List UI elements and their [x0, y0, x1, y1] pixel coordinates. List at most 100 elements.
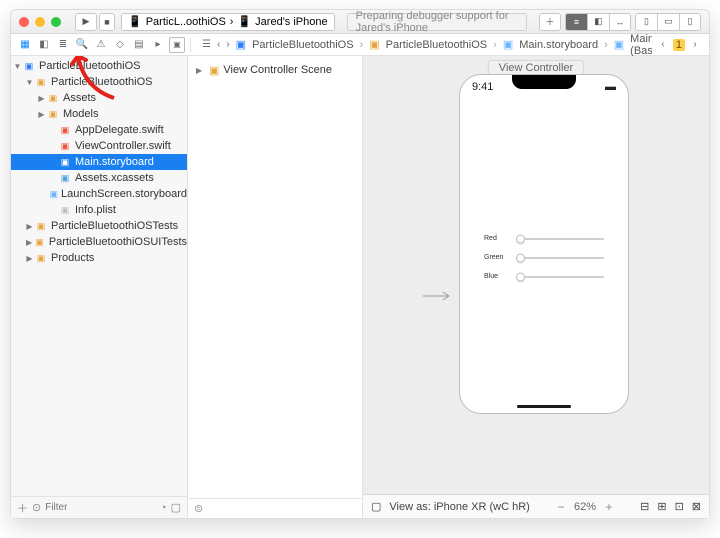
debug-navigator-icon[interactable]: ▤	[131, 37, 147, 53]
zoom-in-button[interactable]: +	[602, 500, 616, 514]
status-text: Preparing debugger support for Jared's i…	[356, 10, 518, 34]
traffic-lights	[19, 17, 61, 27]
version-editor-button[interactable]: ↔	[609, 13, 631, 31]
symbol-navigator-icon[interactable]: ≣	[55, 37, 71, 53]
outline-tree[interactable]: ▶ ▣ View Controller Scene	[188, 56, 362, 498]
find-navigator-icon[interactable]: 🔍	[74, 37, 90, 53]
group-tests[interactable]: ▶▣ ParticleBluetoothiOSTests	[11, 218, 187, 234]
storyboard-icon: ▣	[614, 38, 624, 51]
jump-item-0[interactable]: ParticleBluetoothiOS	[252, 39, 354, 51]
history-back-icon[interactable]: ‹	[655, 37, 671, 53]
outline-filter-bar: ⊜	[188, 498, 362, 518]
status-bar: 9:41 ▬	[460, 81, 628, 93]
close-window-button[interactable]	[19, 17, 29, 27]
canvas-body[interactable]: View Controller 9:41 ▬ Red	[363, 56, 709, 494]
file-appdelegate[interactable]: ▣ AppDelegate.swift	[11, 122, 187, 138]
related-items-icon[interactable]: ☰	[202, 37, 211, 53]
slider-red[interactable]: Red	[484, 235, 604, 242]
jump-item-2[interactable]: Main.storyboard	[519, 39, 598, 51]
device-icon: 📱	[237, 15, 251, 28]
filter-icon[interactable]: ⊙	[32, 501, 41, 514]
row-label: Assets	[63, 92, 96, 104]
slider-knob[interactable]	[516, 253, 525, 262]
xcode-window: ▶ ■ 📱 ParticL..oothiOS › 📱 Jared's iPhon…	[10, 9, 710, 519]
file-viewcontroller[interactable]: ▣ ViewController.swift	[11, 138, 187, 154]
home-indicator-icon	[517, 405, 571, 408]
run-destination: Jared's iPhone	[255, 16, 327, 28]
forward-button[interactable]: ›	[226, 37, 229, 53]
constraints-pin-icon[interactable]: ⊡	[675, 500, 684, 513]
slider-stack: Red Green Blue	[484, 235, 604, 280]
back-button[interactable]: ‹	[217, 37, 220, 53]
recent-filter-icon[interactable]: ◔	[160, 502, 167, 514]
report-navigator-icon[interactable]: ▣	[169, 37, 185, 53]
slider-track[interactable]	[518, 238, 604, 240]
jump-item-1[interactable]: ParticleBluetoothiOS	[386, 39, 488, 51]
row-label: AppDelegate.swift	[75, 124, 164, 136]
filter-input[interactable]	[45, 502, 105, 513]
panel-toggle-segmented[interactable]: ▯ ▭ ▯	[635, 13, 701, 31]
group-products[interactable]: ▶▣ Products	[11, 250, 187, 266]
filter-icon[interactable]: ⊜	[194, 502, 203, 515]
minimize-window-button[interactable]	[35, 17, 45, 27]
stop-button[interactable]: ■	[99, 13, 115, 31]
slider-green[interactable]: Green	[484, 254, 604, 261]
scm-filter-icon[interactable]: ▢	[171, 501, 181, 514]
zoom-out-button[interactable]: −	[554, 500, 568, 514]
entry-point-arrow-icon	[423, 288, 455, 304]
slider-blue[interactable]: Blue	[484, 273, 604, 280]
file-main-storyboard[interactable]: ▣ Main.storyboard	[11, 154, 187, 170]
constraints-embed-icon[interactable]: ⊠	[692, 500, 701, 513]
project-root[interactable]: ▼▣ ParticleBluetoothiOS	[11, 58, 187, 74]
slider-knob[interactable]	[516, 272, 525, 281]
activity-status-bar: Preparing debugger support for Jared's i…	[347, 13, 527, 31]
jump-item-3[interactable]: Main.storyboard (Base)	[630, 33, 652, 57]
library-button[interactable]: ＋	[539, 13, 561, 31]
toggle-inspector-button[interactable]: ▯	[679, 13, 701, 31]
slider-track[interactable]	[518, 257, 604, 259]
slider-track[interactable]	[518, 276, 604, 278]
standard-editor-button[interactable]: ≡	[565, 13, 587, 31]
file-tree[interactable]: ▼▣ ParticleBluetoothiOS ▼▣ ParticleBluet…	[11, 56, 187, 496]
outline-scene-row[interactable]: ▶ ▣ View Controller Scene	[192, 62, 358, 78]
row-label: ParticleBluetoothiOSUITests	[49, 236, 187, 248]
toggle-debug-button[interactable]: ▭	[657, 13, 679, 31]
group-uitests[interactable]: ▶▣ ParticleBluetoothiOSUITests	[11, 234, 187, 250]
test-navigator-icon[interactable]: ◇	[112, 37, 128, 53]
project-navigator: ▼▣ ParticleBluetoothiOS ▼▣ ParticleBluet…	[11, 56, 188, 518]
group-assets[interactable]: ▶▣ Assets	[11, 90, 187, 106]
toggle-navigator-button[interactable]: ▯	[635, 13, 657, 31]
constraints-align-icon[interactable]: ⊞	[657, 500, 666, 513]
source-control-navigator-icon[interactable]: ◧	[36, 37, 52, 53]
jump-bar[interactable]: ☰ ‹ › ▣ ParticleBluetoothiOS › ▣ Particl…	[196, 33, 652, 57]
group-app[interactable]: ▼▣ ParticleBluetoothiOS	[11, 74, 187, 90]
editor-mode-segmented[interactable]: ≡ ◧ ↔	[565, 13, 631, 31]
titlebar: ▶ ■ 📱 ParticL..oothiOS › 📱 Jared's iPhon…	[11, 10, 709, 34]
issue-navigator-icon[interactable]: ⚠	[93, 37, 109, 53]
history-forward-icon[interactable]: ›	[687, 37, 703, 53]
project-navigator-icon[interactable]: ▦	[17, 37, 33, 53]
group-models[interactable]: ▶▣ Models	[11, 106, 187, 122]
zoom-window-button[interactable]	[51, 17, 61, 27]
row-label: ParticleBluetoothiOS	[51, 76, 153, 88]
zoom-level[interactable]: 62%	[574, 501, 596, 513]
device-config-icon[interactable]: ▢	[371, 500, 381, 513]
document-outline: ▶ ▣ View Controller Scene ⊜	[188, 56, 363, 518]
row-label: Assets.xcassets	[75, 172, 154, 184]
interface-builder-canvas: View Controller 9:41 ▬ Red	[363, 56, 709, 518]
warning-badge[interactable]: 1	[673, 39, 685, 51]
row-label: Main.storyboard	[75, 156, 154, 168]
scheme-selector[interactable]: 📱 ParticL..oothiOS › 📱 Jared's iPhone	[121, 13, 335, 31]
device-preview[interactable]: 9:41 ▬ Red Green Blue	[459, 74, 629, 414]
slider-knob[interactable]	[516, 234, 525, 243]
view-as-label[interactable]: View as: iPhone XR (wC hR)	[389, 501, 529, 513]
file-launchscreen[interactable]: ▣ LaunchScreen.storyboard	[11, 186, 187, 202]
assistant-editor-button[interactable]: ◧	[587, 13, 609, 31]
file-infoplist[interactable]: ▣ Info.plist	[11, 202, 187, 218]
run-button[interactable]: ▶	[75, 13, 97, 31]
breakpoint-navigator-icon[interactable]: ▸	[150, 37, 166, 53]
row-label: Products	[51, 252, 94, 264]
add-icon[interactable]: ＋	[17, 500, 28, 516]
file-xcassets[interactable]: ▣ Assets.xcassets	[11, 170, 187, 186]
constraints-resolve-icon[interactable]: ⊟	[640, 500, 649, 513]
